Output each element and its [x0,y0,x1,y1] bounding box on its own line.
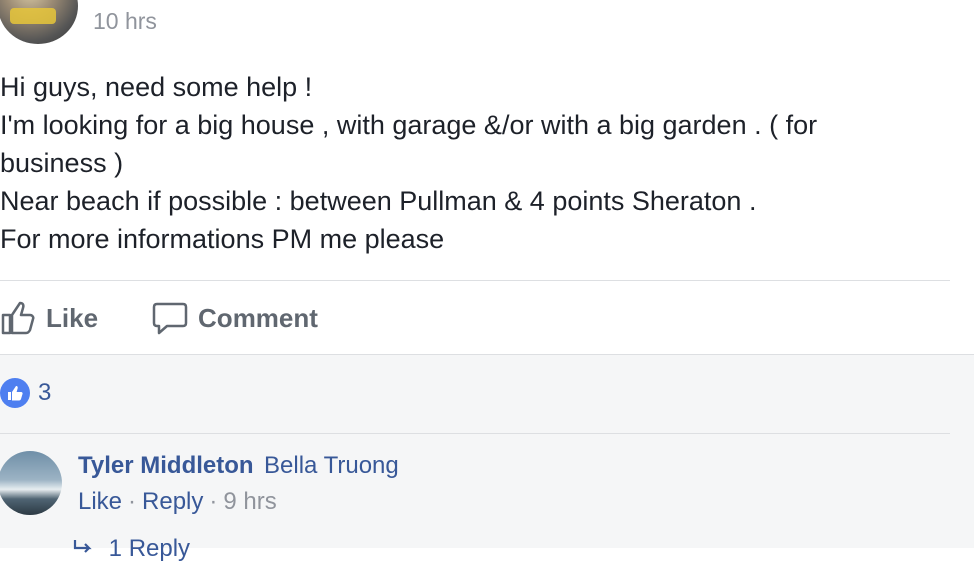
post-timestamp[interactable]: 10 hrs [93,8,157,35]
speech-bubble-icon [152,300,188,336]
post-line: For more informations PM me please [0,224,445,254]
comment-time[interactable]: 9 hrs [223,488,276,515]
like-reaction-icon [0,378,30,408]
view-replies-link[interactable]: 1 Reply [72,535,190,563]
separator: · [209,488,218,515]
post-line: Near beach if possible : between Pullman… [0,186,757,216]
reply-arrow-icon [72,535,102,563]
comment-meta: Like · Reply · 9 hrs [78,488,277,516]
poster-avatar[interactable] [0,0,78,44]
thumbs-up-icon [0,300,36,336]
post-line: Hi guys, need some help ! [0,72,313,102]
post-card: 10 hrs Hi guys, need some help ! I'm loo… [0,0,974,354]
post-line: business ) [0,148,124,178]
separator: · [128,488,137,515]
comments-section: 3 Tyler Middleton Bella Truong Like · Repl… [0,354,974,562]
comment-mention[interactable]: Bella Truong [264,452,399,480]
comment-like-link[interactable]: Like [78,488,122,515]
reaction-count: 3 [38,379,52,406]
replies-label: 1 Reply [108,535,191,562]
like-label: Like [46,302,99,333]
divider [0,433,950,434]
like-button[interactable]: Like [0,300,98,336]
divider [0,280,950,281]
commenter-avatar[interactable] [0,451,62,515]
post-line: I'm looking for a big house , with garag… [0,110,818,140]
post-actions: Like Comment [0,296,318,340]
post-body: Hi guys, need some help ! I'm looking fo… [0,68,960,258]
comment-button[interactable]: Comment [152,300,318,336]
comment-author[interactable]: Tyler Middleton [78,452,254,480]
comment-label: Comment [198,302,318,333]
comment-reply-link[interactable]: Reply [142,488,203,515]
reaction-summary[interactable]: 3 [0,377,51,409]
